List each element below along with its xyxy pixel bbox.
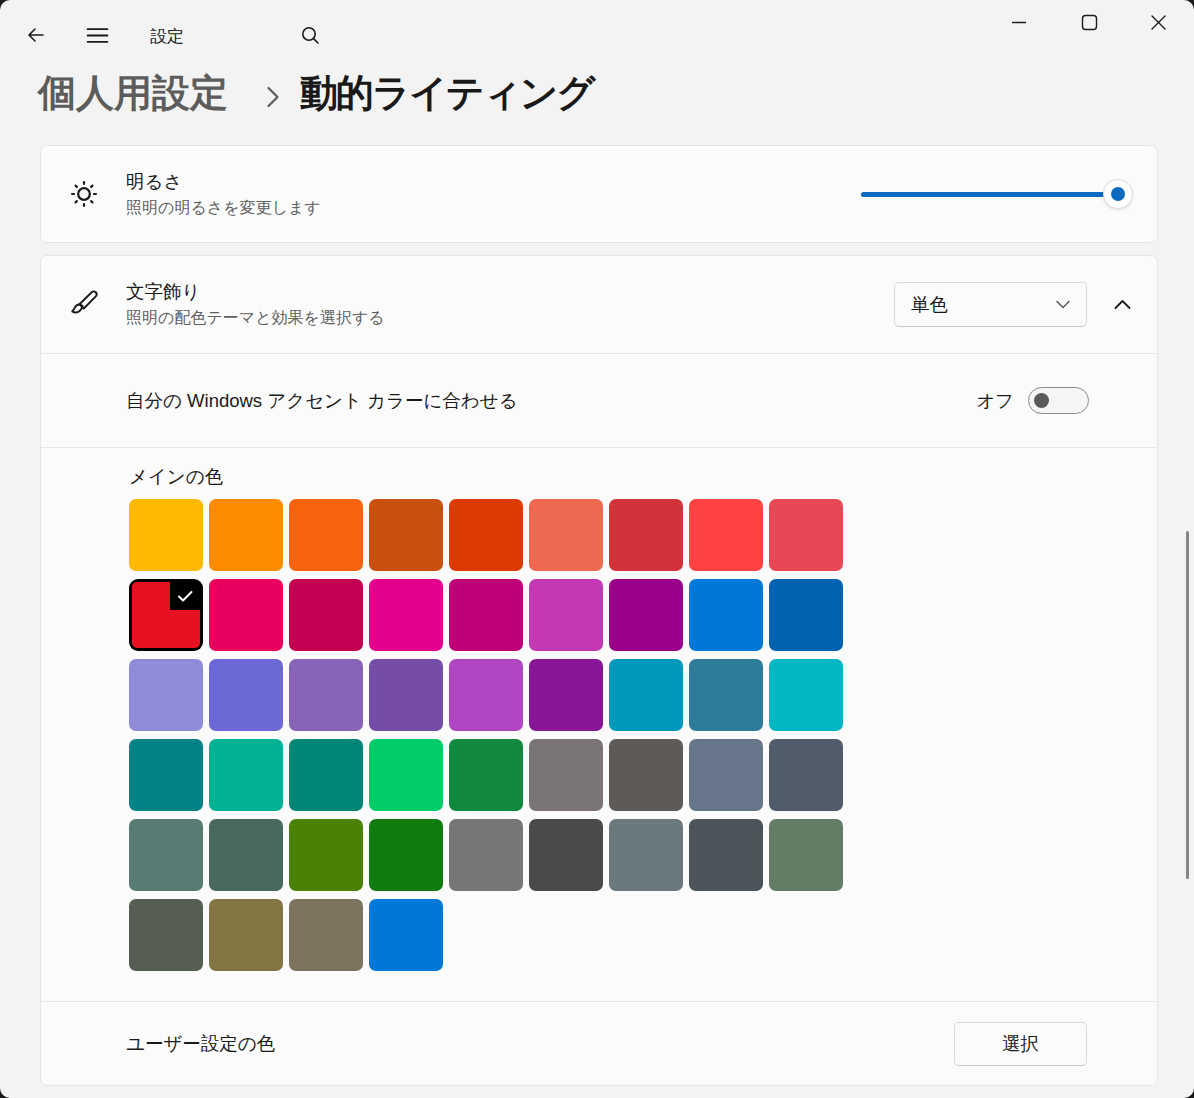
color-swatch[interactable] [609,579,683,651]
color-swatch[interactable] [609,739,683,811]
scrollbar-thumb[interactable] [1186,531,1189,879]
custom-color-label: ユーザー設定の色 [126,1031,275,1056]
color-swatch[interactable] [689,499,763,571]
minimize-button[interactable] [1005,10,1033,34]
slider-thumb[interactable] [1103,179,1133,209]
color-swatch[interactable] [449,819,523,891]
brightness-card: 明るさ 照明の明るさを変更します [40,145,1158,243]
color-swatch[interactable] [289,499,363,571]
maximize-button[interactable] [1075,10,1103,34]
color-swatch[interactable] [289,739,363,811]
effects-header-row[interactable]: 文字飾り 照明の配色テーマと効果を選択する 単色 [41,256,1157,353]
color-swatch[interactable] [209,739,283,811]
color-swatch[interactable] [369,499,443,571]
color-swatch[interactable] [529,579,603,651]
effects-title: 文字飾り [126,279,385,304]
color-swatch[interactable] [689,739,763,811]
color-swatch[interactable] [449,739,523,811]
color-swatch[interactable] [369,739,443,811]
color-swatch[interactable] [529,739,603,811]
color-swatch[interactable] [529,819,603,891]
brightness-icon [41,180,126,208]
color-swatch[interactable] [449,499,523,571]
color-swatch[interactable] [129,739,203,811]
accent-color-toggle[interactable] [1028,387,1089,414]
settings-window: 設定 個人用設定 動的ライティング 明るさ 照明の明るさを変更します [0,0,1194,1098]
brightness-subtitle: 照明の明るさを変更します [126,198,321,219]
effects-dropdown-value: 単色 [911,292,1056,317]
main-color-section: メインの色 [41,447,1157,1002]
color-swatch[interactable] [129,819,203,891]
color-swatch[interactable] [209,819,283,891]
color-swatch[interactable] [449,659,523,731]
color-swatch[interactable] [769,579,843,651]
color-swatch[interactable] [609,659,683,731]
color-swatch[interactable] [769,659,843,731]
close-button[interactable] [1144,10,1172,34]
color-swatch[interactable] [369,579,443,651]
color-swatch[interactable] [689,579,763,651]
back-button[interactable] [24,23,48,47]
accent-color-row: 自分の Windows アクセント カラーに合わせる オフ [41,353,1157,447]
color-swatch-grid [129,499,849,971]
color-swatch[interactable] [289,899,363,971]
effects-card: 文字飾り 照明の配色テーマと効果を選択する 単色 自分の Windows アクセ… [40,255,1158,1086]
color-swatch[interactable] [289,579,363,651]
color-swatch[interactable] [369,819,443,891]
page-title: 動的ライティング [300,68,593,119]
brightness-slider[interactable] [861,178,1133,210]
color-swatch[interactable] [449,579,523,651]
effects-dropdown[interactable]: 単色 [894,282,1087,327]
color-swatch[interactable] [369,899,443,971]
breadcrumb-parent[interactable]: 個人用設定 [38,68,228,119]
color-swatch[interactable] [609,819,683,891]
chevron-down-icon [1056,300,1070,309]
color-swatch[interactable] [369,659,443,731]
color-swatch[interactable] [529,659,603,731]
color-swatch[interactable] [689,659,763,731]
effects-subtitle: 照明の配色テーマと効果を選択する [126,308,385,329]
color-swatch[interactable] [209,579,283,651]
color-swatch[interactable] [769,499,843,571]
accent-color-label: 自分の Windows アクセント カラーに合わせる [126,388,518,413]
custom-color-row: ユーザー設定の色 選択 [41,1001,1157,1085]
toggle-state-label: オフ [976,388,1014,413]
menu-button[interactable] [85,23,109,47]
color-swatch[interactable] [689,819,763,891]
expander-chevron-up-icon[interactable] [1087,299,1157,310]
search-icon[interactable] [298,23,322,47]
color-swatch[interactable] [209,499,283,571]
color-swatch[interactable] [529,499,603,571]
selected-check-icon [170,582,200,610]
color-swatch[interactable] [129,899,203,971]
brush-icon [41,288,126,321]
color-swatch[interactable] [209,899,283,971]
color-swatch[interactable] [129,579,203,651]
color-swatch[interactable] [129,499,203,571]
color-swatch[interactable] [289,659,363,731]
color-swatch[interactable] [769,819,843,891]
main-color-label: メインの色 [129,464,1157,490]
color-swatch[interactable] [609,499,683,571]
app-title: 設定 [150,25,184,48]
color-swatch[interactable] [769,739,843,811]
brightness-title: 明るさ [126,169,321,194]
breadcrumb-chevron-icon [266,86,280,108]
choose-color-button[interactable]: 選択 [954,1022,1087,1066]
color-swatch[interactable] [289,819,363,891]
color-swatch[interactable] [209,659,283,731]
breadcrumb: 個人用設定 動的ライティング [38,68,593,119]
color-swatch[interactable] [129,659,203,731]
